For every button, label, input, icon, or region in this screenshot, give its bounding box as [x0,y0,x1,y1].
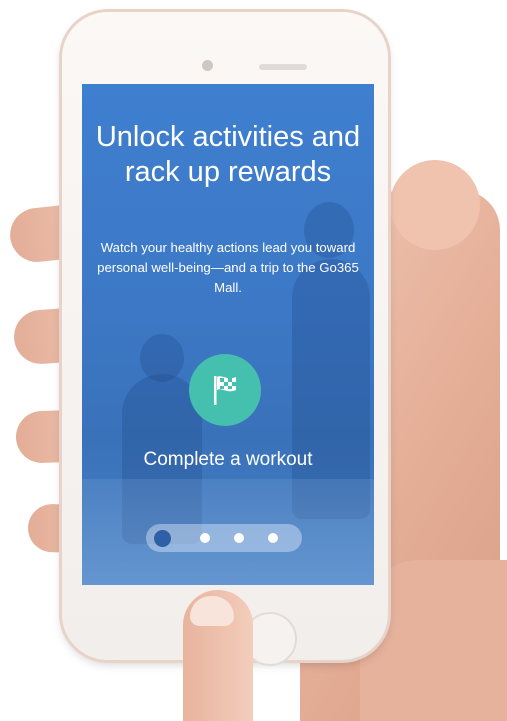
app-screen: Unlock activities and rack up rewards Wa… [82,84,374,585]
page-dot-2[interactable] [200,533,210,543]
page-dot-4[interactable] [268,533,278,543]
page-dot-3[interactable] [234,533,244,543]
thumb-nail [190,596,234,626]
front-camera [202,60,213,71]
activity-label: Complete a workout [143,449,313,470]
earpiece-speaker [259,64,307,70]
onboarding-description: Watch your healthy actions lead you towa… [97,240,359,295]
hand-knuckle [390,160,480,250]
page-dot-1[interactable] [154,530,171,547]
checkered-flag-icon [214,376,236,405]
page-indicator [146,524,302,552]
complete-workout-button[interactable] [189,354,261,426]
onboarding-headline: Unlock activities and rack up rewards [95,121,361,188]
